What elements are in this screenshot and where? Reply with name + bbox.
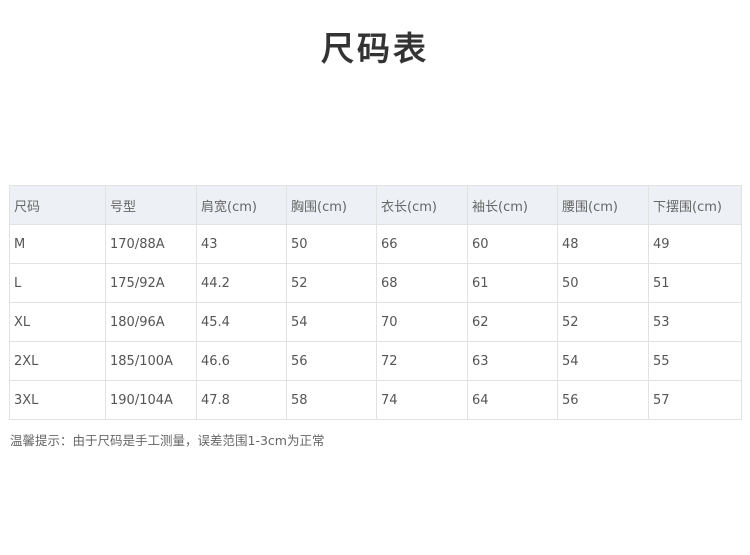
table-cell: 63 (467, 341, 558, 381)
table-cell: 190/104A (105, 380, 197, 420)
table-cell: 45.4 (196, 302, 287, 342)
header-size: 尺码 (9, 185, 106, 225)
table-cell: 175/92A (105, 263, 197, 303)
table-cell: 47.8 (196, 380, 287, 420)
header-chest: 胸围(cm) (286, 185, 377, 225)
table-cell: 3XL (9, 380, 106, 420)
table-cell: 2XL (9, 341, 106, 381)
size-note: 温馨提示：由于尺码是手工测量，误差范围1-3cm为正常 (10, 433, 325, 448)
table-cell: 49 (648, 224, 742, 264)
table-cell: XL (9, 302, 106, 342)
table-cell: 50 (286, 224, 377, 264)
header-waist: 腰围(cm) (557, 185, 649, 225)
table-cell: 74 (376, 380, 468, 420)
table-cell: 43 (196, 224, 287, 264)
table-cell: 66 (376, 224, 468, 264)
table-cell: 52 (557, 302, 649, 342)
table-cell: 56 (286, 341, 377, 381)
table-row: 3XL 190/104A 47.8 58 74 64 56 57 (9, 380, 742, 420)
table-cell: 50 (557, 263, 649, 303)
table-cell: 72 (376, 341, 468, 381)
table-cell: 48 (557, 224, 649, 264)
table-cell: 54 (557, 341, 649, 381)
table-cell: 170/88A (105, 224, 197, 264)
header-sleeve: 袖长(cm) (467, 185, 558, 225)
table-cell: 64 (467, 380, 558, 420)
table-row: L 175/92A 44.2 52 68 61 50 51 (9, 263, 742, 303)
table-cell: L (9, 263, 106, 303)
table-row: M 170/88A 43 50 66 60 48 49 (9, 224, 742, 264)
table-cell: 185/100A (105, 341, 197, 381)
table-cell: 52 (286, 263, 377, 303)
header-shoulder: 肩宽(cm) (196, 185, 287, 225)
header-hem: 下摆围(cm) (648, 185, 742, 225)
size-table: 尺码 号型 肩宽(cm) 胸围(cm) 衣长(cm) 袖长(cm) 腰围(cm)… (9, 185, 742, 420)
table-cell: 55 (648, 341, 742, 381)
page-title: 尺码表 (321, 29, 429, 68)
table-cell: 68 (376, 263, 468, 303)
table-cell: 51 (648, 263, 742, 303)
table-cell: 46.6 (196, 341, 287, 381)
table-cell: 58 (286, 380, 377, 420)
table-cell: 60 (467, 224, 558, 264)
header-length: 衣长(cm) (376, 185, 468, 225)
table-row: 2XL 185/100A 46.6 56 72 63 54 55 (9, 341, 742, 381)
table-cell: M (9, 224, 106, 264)
table-cell: 62 (467, 302, 558, 342)
header-model: 号型 (105, 185, 197, 225)
table-row: XL 180/96A 45.4 54 70 62 52 53 (9, 302, 742, 342)
table-cell: 53 (648, 302, 742, 342)
table-cell: 180/96A (105, 302, 197, 342)
table-header-row: 尺码 号型 肩宽(cm) 胸围(cm) 衣长(cm) 袖长(cm) 腰围(cm)… (9, 185, 742, 225)
table-cell: 44.2 (196, 263, 287, 303)
table-cell: 57 (648, 380, 742, 420)
table-cell: 56 (557, 380, 649, 420)
table-cell: 54 (286, 302, 377, 342)
table-cell: 61 (467, 263, 558, 303)
table-cell: 70 (376, 302, 468, 342)
